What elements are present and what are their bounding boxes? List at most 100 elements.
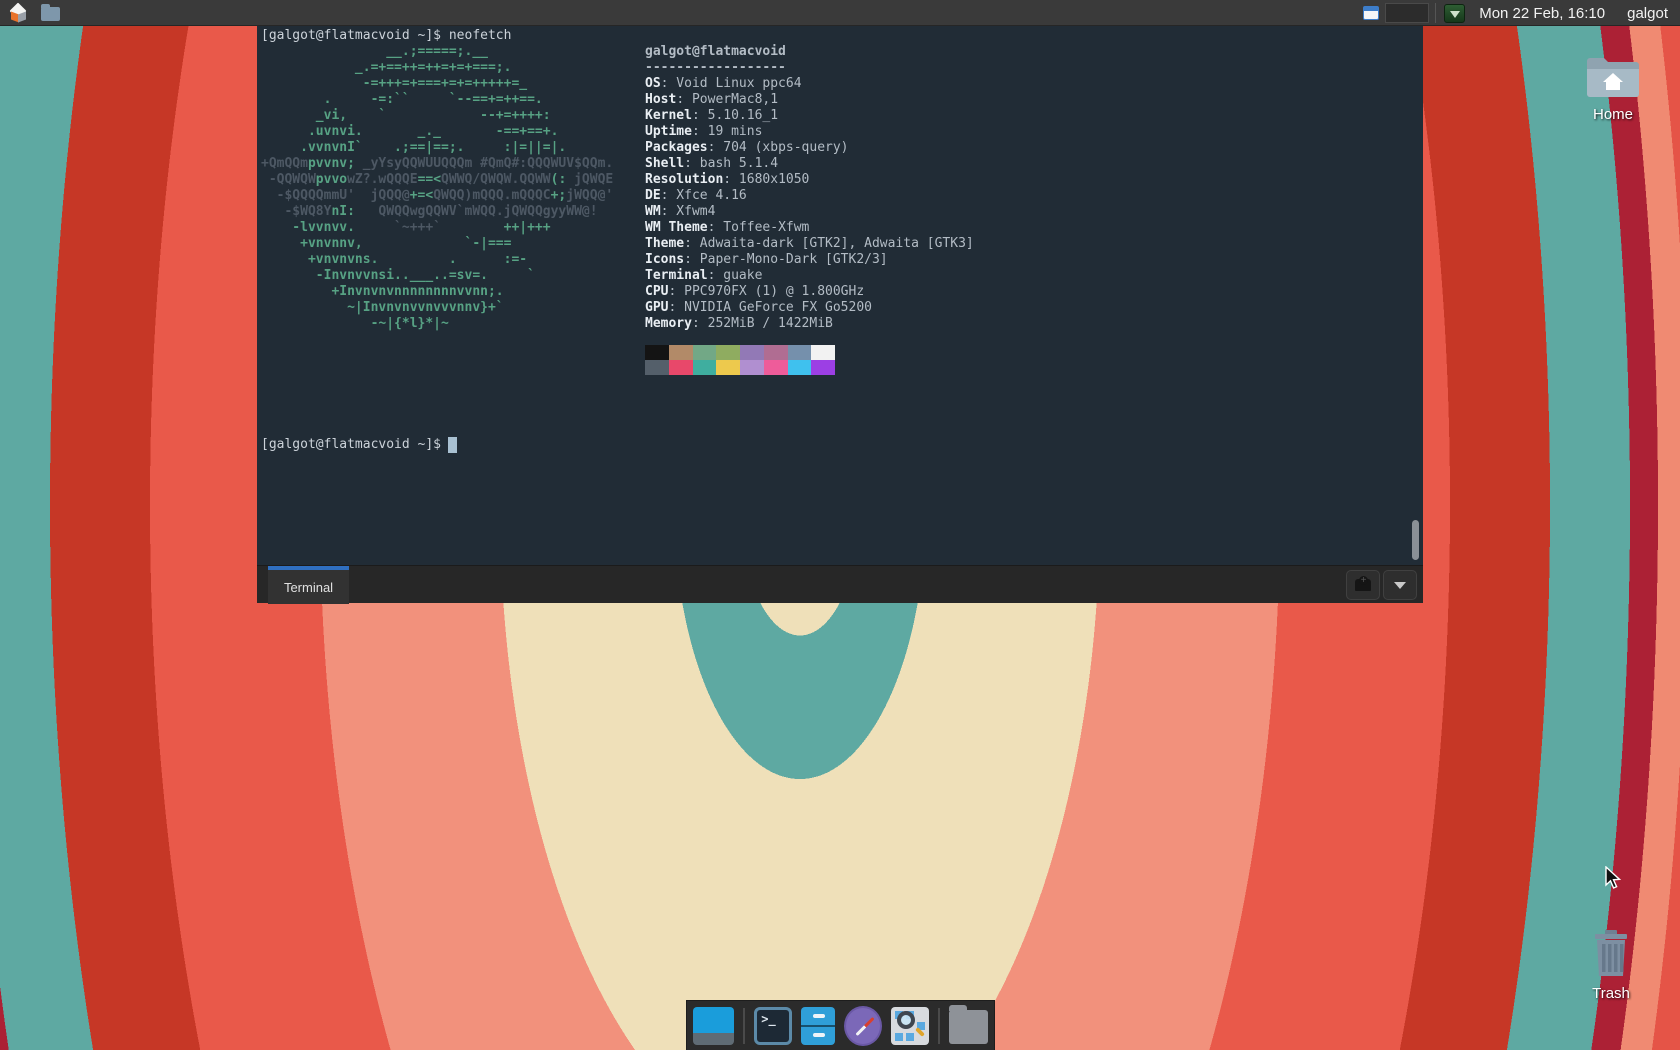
chevron-down-icon: [1394, 581, 1406, 589]
neofetch-field: Kernel: 5.10.16_1: [645, 108, 779, 123]
applications-menu-icon[interactable]: [9, 2, 27, 22]
desktop-icon-trash[interactable]: Trash: [1569, 930, 1653, 1002]
desktop-icon-home[interactable]: Home: [1571, 55, 1655, 123]
terminal-launcher-icon[interactable]: >_: [754, 1006, 793, 1045]
cube-right-face: [18, 11, 26, 22]
ascii-line: -lvvnvv. `~+++` ++|+++: [261, 220, 551, 235]
palette-swatch: [787, 360, 812, 375]
neofetch-field: Uptime: 19 mins: [645, 124, 763, 139]
new-tab-button[interactable]: [1346, 570, 1380, 600]
folder-icon[interactable]: [948, 1005, 988, 1044]
dock-separator: [743, 1007, 746, 1044]
ascii-line: __.;=====;.__: [261, 44, 488, 59]
ascii-line: -$WQ8YnI: QWQQwgQQWV`mWQQ.jQWQQgyyWW@!: [261, 204, 598, 219]
palette-swatch: [763, 360, 788, 375]
palette-swatch: [740, 360, 764, 375]
terminal-cursor: [448, 437, 457, 453]
neofetch-user-host: galgot@flatmacvoid: [645, 44, 786, 59]
mouse-cursor: [1605, 865, 1622, 895]
file-manager-icon[interactable]: [41, 4, 60, 21]
panel-username: galgot: [1627, 4, 1668, 22]
ascii-line: -$QQQQmmU' jQQQ@+=<QWQQ)mQQQ.mQQQC+;jWQQ…: [261, 188, 614, 203]
ascii-line: .uvnvi. _._ -==+==+.: [261, 124, 559, 139]
neofetch-field: Theme: Adwaita-dark [GTK2], Adwaita [GTK…: [645, 236, 974, 251]
ascii-line: -=+++=+===+=+=+++++=_: [261, 76, 528, 91]
neofetch-field: WM Theme: Toffee-Xfwm: [645, 220, 810, 235]
top-panel: Mon 22 Feb, 16:10 galgot: [0, 0, 1680, 26]
terminal-scrollbar[interactable]: [1412, 520, 1419, 560]
neofetch-info-block: galgot@flatmacvoid ------------------ OS: …: [645, 44, 974, 332]
ascii-line: +vnvnvns. . :=-: [261, 252, 528, 267]
file-cabinet-icon[interactable]: [801, 1006, 836, 1045]
guake-tray-icon[interactable]: [1444, 3, 1466, 23]
neofetch-field: Packages: 704 (xbps-query): [645, 140, 849, 155]
neofetch-field: DE: Xfce 4.16: [645, 188, 747, 203]
neofetch-ascii-logo: __.;=====;.__ _.=+==++=++=+=+===;. -=+++…: [261, 44, 613, 332]
terminal-prompt-line2: [galgot@flatmacvoid ~]$: [261, 437, 449, 452]
home-folder-icon: [1587, 58, 1639, 97]
screen-base: [693, 1032, 735, 1045]
tab-terminal[interactable]: Terminal: [268, 566, 349, 604]
screen-area: [693, 1006, 735, 1033]
trash-label: Trash: [1592, 985, 1630, 1002]
neofetch-field: Host: PowerMac8,1: [645, 92, 779, 107]
desktop-root: Mon 22 Feb, 16:10 galgot [galgot@flatmac…: [0, 0, 1680, 1050]
ascii-line: -~|{*l}*|~: [261, 316, 449, 331]
neofetch-field: Shell: bash 5.1.4: [645, 156, 779, 171]
neofetch-field: Icons: Paper-Mono-Dark [GTK2/3]: [645, 252, 888, 267]
ascii-line: _.=+==++=++=+=+===;.: [261, 60, 512, 75]
palette-swatch: [645, 345, 669, 360]
dock-separator: [937, 1007, 940, 1044]
palette-swatch: [716, 360, 740, 375]
palette-row-normal: [645, 345, 835, 360]
palette-swatch: [811, 360, 835, 375]
palette-swatch: [692, 360, 717, 375]
ascii-line: -QQWQWpvvowZ?.wQQQE==<QWWQ/QWQW.QQWW(: j…: [261, 172, 614, 187]
neofetch-field: WM: Xfwm4: [645, 204, 716, 219]
drawer-handle: [813, 1032, 826, 1037]
neofetch-field: Terminal: guake: [645, 268, 763, 283]
show-desktop-icon[interactable]: [693, 1006, 735, 1045]
ascii-line: . -=:`` `--==+=++==.: [261, 92, 543, 107]
palette-swatch: [716, 345, 740, 360]
tab-menu-dropdown-button[interactable]: [1383, 570, 1417, 600]
app-finder-icon[interactable]: [891, 1006, 929, 1045]
drawer-handle: [813, 1013, 826, 1018]
panel-separator: [1435, 3, 1437, 23]
terminal-tab-bar: Terminal: [257, 565, 1423, 604]
window-buttons-icon[interactable]: [1363, 6, 1380, 20]
panel-clock[interactable]: Mon 22 Feb, 16:10: [1479, 5, 1605, 22]
neofetch-field: CPU: PPC970FX (1) @ 1.800GHz: [645, 284, 865, 299]
magnifier-lens-icon: [897, 1010, 916, 1029]
new-tab-icon: [1355, 576, 1371, 591]
workspace-pager[interactable]: [1385, 3, 1430, 23]
neofetch-separator: ------------------: [645, 60, 786, 75]
ascii-line: +Invnvnvnnnnnnnnvvnn;.: [261, 284, 504, 299]
neofetch-field: Memory: 252MiB / 1422MiB: [645, 316, 833, 331]
neofetch-color-palette: [645, 345, 835, 375]
neofetch-field: OS: Void Linux ppc64: [645, 76, 802, 91]
palette-swatch: [692, 345, 717, 360]
ascii-line: ~|Invnvnvvnvvvnnv}+`: [261, 300, 504, 315]
ascii-line: +QmQQmpvvnv; _yYsyQQWUUQQQm #QmQ#:QQQWUV…: [261, 156, 614, 171]
palette-row-bright: [645, 360, 835, 375]
palette-swatch: [668, 345, 693, 360]
trash-can-icon: [1595, 930, 1627, 976]
palette-swatch: [811, 345, 835, 360]
compass-needle: [855, 1016, 875, 1036]
palette-swatch: [787, 345, 812, 360]
terminal-content[interactable]: [galgot@flatmacvoid ~]$ neofetch __.;===…: [257, 25, 1423, 565]
home-label: Home: [1592, 106, 1633, 123]
ascii-line: +vnvnnv, `-|===: [261, 236, 512, 251]
palette-swatch: [740, 345, 764, 360]
ascii-line: _vi, ` --+=++++:: [261, 108, 551, 123]
palette-swatch: [645, 360, 669, 375]
palette-swatch: [668, 360, 693, 375]
terminal-prompt-line1: [galgot@flatmacvoid ~]$ neofetch: [261, 28, 512, 43]
palette-swatch: [763, 345, 788, 360]
web-browser-compass-icon[interactable]: [844, 1005, 883, 1046]
guake-terminal-window: [galgot@flatmacvoid ~]$ neofetch __.;===…: [257, 25, 1423, 604]
ascii-line: .vvnvnI` .;==|==;. :|=||=|.: [261, 140, 567, 155]
neofetch-field: GPU: NVIDIA GeForce FX Go5200: [645, 300, 872, 315]
neofetch-field: Resolution: 1680x1050: [645, 172, 810, 187]
